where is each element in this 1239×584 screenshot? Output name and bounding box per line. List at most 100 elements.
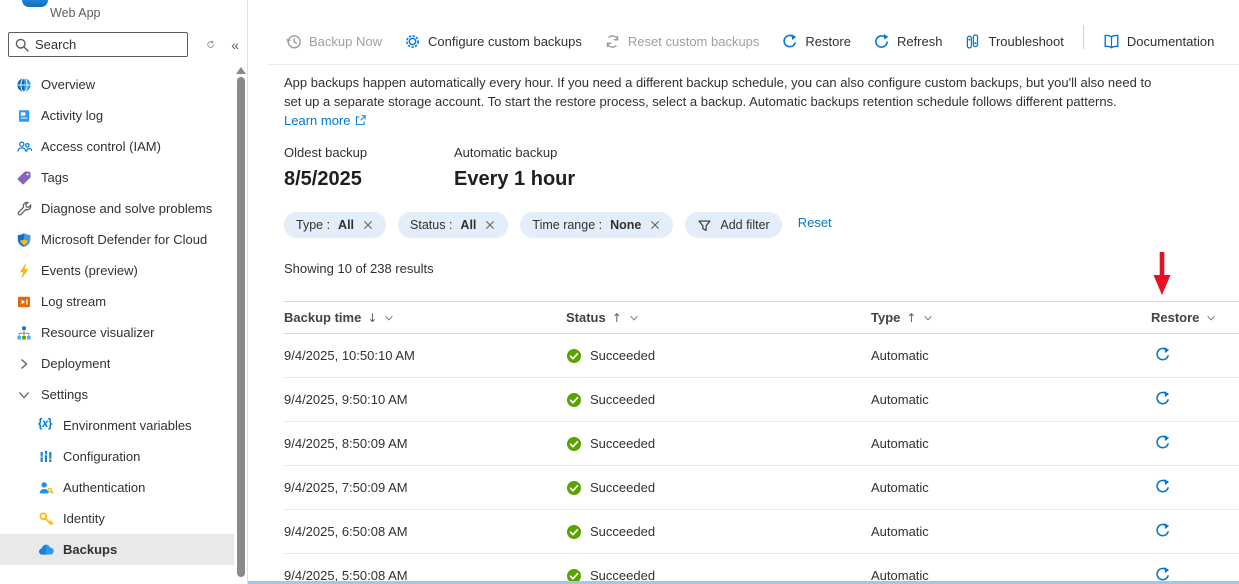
status-cell: Succeeded: [566, 480, 871, 496]
documentation-button[interactable]: Documentation: [1092, 27, 1225, 55]
sidebar-item-settings[interactable]: Settings: [0, 379, 234, 410]
sidebar-item-backups[interactable]: Backups: [0, 534, 234, 565]
sidebar-menu: Overview Activity log Access control (IAM)…: [0, 65, 247, 565]
sidebar-item-authentication[interactable]: Authentication: [0, 472, 234, 503]
restore-backup-icon[interactable]: [1154, 522, 1171, 539]
type-cell: Automatic: [871, 436, 1151, 451]
add-filter-button[interactable]: Add filter: [685, 212, 781, 238]
events-icon: [16, 263, 32, 279]
identity-icon: [38, 511, 54, 527]
status-text: Succeeded: [590, 392, 655, 407]
gear-icon: [404, 33, 421, 50]
sort-descending-icon: ↓: [367, 311, 377, 325]
table-row[interactable]: 9/4/2025, 7:50:09 AMSucceededAutomatic: [284, 466, 1239, 510]
sidebar-item-diagnose-and-solve-problems[interactable]: Diagnose and solve problems: [0, 193, 234, 224]
filter-pill-label: Time range :: [532, 218, 602, 232]
restore-backup-icon[interactable]: [1154, 390, 1171, 407]
sidebar-item-label: Log stream: [41, 294, 106, 309]
oldest-backup-stat: Oldest backup 8/5/2025: [284, 145, 454, 191]
sidebar-item-events-preview[interactable]: Events (preview): [0, 255, 234, 286]
table-row[interactable]: 9/4/2025, 6:50:08 AMSucceededAutomatic: [284, 510, 1239, 554]
table-row[interactable]: 9/4/2025, 10:50:10 AMSucceededAutomatic: [284, 334, 1239, 378]
close-icon[interactable]: [362, 219, 374, 231]
restore-cell: [1151, 434, 1239, 454]
sidebar-item-access-control-iam[interactable]: Access control (IAM): [0, 131, 234, 162]
type-cell: Automatic: [871, 524, 1151, 539]
filter-pill-status[interactable]: Status : All: [398, 212, 508, 238]
refresh-button[interactable]: Refresh: [862, 27, 954, 55]
troubleshoot-icon: [964, 33, 981, 50]
log-stream-icon: [16, 294, 32, 310]
resource-menu-sidebar: Web App Overview Activity log Access contr…: [0, 0, 248, 584]
restore-backup-icon[interactable]: [1154, 346, 1171, 363]
table-row[interactable]: 9/4/2025, 9:50:10 AMSucceededAutomatic: [284, 378, 1239, 422]
restore-backup-icon[interactable]: [1154, 434, 1171, 451]
search-input[interactable]: [35, 37, 182, 52]
column-header-backup-time[interactable]: Backup time↓: [284, 310, 566, 325]
collapse-sidebar-button[interactable]: [231, 38, 239, 52]
sidebar-item-deployment[interactable]: Deployment: [0, 348, 234, 379]
status-text: Succeeded: [590, 480, 655, 495]
sidebar-item-label: Access control (IAM): [41, 139, 161, 154]
column-header-status[interactable]: Status↑: [566, 310, 871, 325]
oldest-backup-value: 8/5/2025: [284, 168, 454, 191]
sidebar-item-tags[interactable]: Tags: [0, 162, 234, 193]
automatic-backup-stat: Automatic backup Every 1 hour: [454, 145, 575, 191]
sidebar-item-identity[interactable]: Identity: [0, 503, 234, 534]
close-icon[interactable]: [649, 219, 661, 231]
activity-log-icon: [16, 108, 32, 124]
sidebar-item-label: Deployment: [41, 356, 110, 371]
backup-time-cell: 9/4/2025, 7:50:09 AM: [284, 480, 566, 495]
sidebar-item-environment-variables[interactable]: {x}Environment variables: [0, 410, 234, 441]
filter-pill-type[interactable]: Type : All: [284, 212, 386, 238]
filter-pill-value: All: [460, 218, 476, 232]
resource-type-label: Web App: [50, 6, 101, 20]
column-header-restore[interactable]: Restore: [1151, 310, 1239, 325]
sidebar-item-microsoft-defender-for-cloud[interactable]: Microsoft Defender for Cloud: [0, 224, 234, 255]
configure-custom-backups-button[interactable]: Configure custom backups: [393, 27, 593, 55]
sidebar-item-configuration[interactable]: Configuration: [0, 441, 234, 472]
column-header-label: Type: [871, 310, 900, 325]
restore-backup-icon[interactable]: [1154, 566, 1171, 583]
learn-more-link[interactable]: Learn more: [284, 113, 367, 128]
sidebar-search-box[interactable]: [8, 32, 188, 57]
status-cell: Succeeded: [566, 392, 871, 408]
scrollbar-thumb[interactable]: [237, 77, 245, 577]
sidebar-item-resource-visualizer[interactable]: Resource visualizer: [0, 317, 234, 348]
success-check-icon: [566, 480, 582, 496]
sidebar-item-overview[interactable]: Overview: [0, 69, 234, 100]
tags-icon: [16, 170, 32, 186]
filter-pill-time-range[interactable]: Time range : None: [520, 212, 673, 238]
backup-time-cell: 9/4/2025, 6:50:08 AM: [284, 524, 566, 539]
table-row[interactable]: 9/4/2025, 8:50:09 AMSucceededAutomatic: [284, 422, 1239, 466]
filter-pill-value: None: [610, 218, 641, 232]
troubleshoot-button[interactable]: Troubleshoot: [953, 27, 1074, 55]
sidebar-item-label: Activity log: [41, 108, 103, 123]
configuration-icon: [38, 449, 54, 465]
diagnose-icon: [16, 201, 32, 217]
status-text: Succeeded: [590, 436, 655, 451]
sidebar-item-activity-log[interactable]: Activity log: [0, 100, 234, 131]
external-link-icon: [354, 114, 367, 127]
refresh-icon: [873, 33, 890, 50]
menu-refresh-icon[interactable]: [206, 38, 215, 51]
backup-time-cell: 9/4/2025, 9:50:10 AM: [284, 392, 566, 407]
sidebar-item-log-stream[interactable]: Log stream: [0, 286, 234, 317]
reset-filters-link[interactable]: Reset: [798, 212, 832, 230]
filter-pill-label: Type :: [296, 218, 330, 232]
scrollbar-up-arrow-icon[interactable]: [236, 67, 246, 74]
restore-backup-icon[interactable]: [1154, 478, 1171, 495]
automatic-backup-label: Automatic backup: [454, 145, 575, 160]
backup-time-cell: 9/4/2025, 10:50:10 AM: [284, 348, 566, 363]
sync-icon: [604, 33, 621, 50]
restore-button[interactable]: Restore: [770, 27, 862, 55]
table-row[interactable]: 9/4/2025, 5:50:08 AMSucceededAutomatic: [284, 554, 1239, 584]
sidebar-item-label: Identity: [63, 511, 105, 526]
resource-visualizer-icon: [16, 325, 32, 341]
sidebar-scrollbar[interactable]: [235, 64, 246, 584]
column-header-type[interactable]: Type↑: [871, 310, 1151, 325]
table-body: 9/4/2025, 10:50:10 AMSucceededAutomatic9…: [284, 334, 1239, 584]
close-icon[interactable]: [484, 219, 496, 231]
success-check-icon: [566, 392, 582, 408]
chevron-down-icon: [16, 387, 32, 403]
